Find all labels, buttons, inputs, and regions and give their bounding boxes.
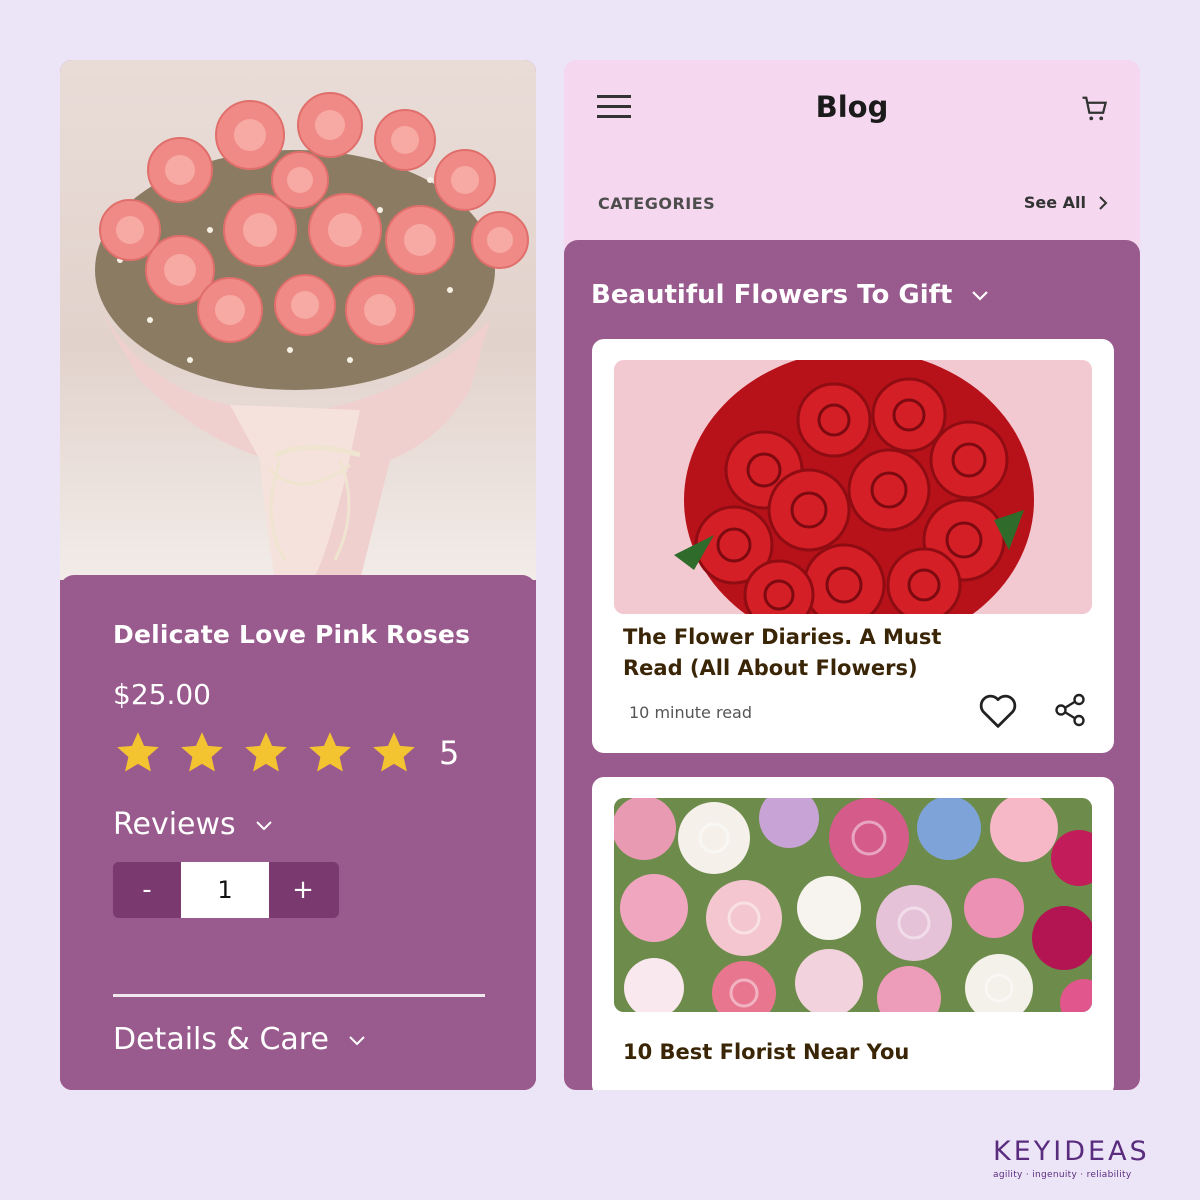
product-title: Delicate Love Pink Roses [113,620,471,649]
increase-quantity-button[interactable]: + [269,862,337,918]
reviews-label: Reviews [113,807,236,842]
star-icon [309,732,351,772]
product-card: Delicate Love Pink Roses $25.00 5 Review… [60,60,536,1090]
section-title: Beautiful Flowers To Gift [591,280,953,310]
rating-row: 5 [113,725,459,781]
chevron-right-icon [1099,195,1108,210]
details-care-toggle[interactable]: Details & Care [113,1022,369,1057]
blog-screen: Blog CATEGORIES See All Beautiful Flower… [564,60,1140,1090]
page-title: Blog [815,90,889,124]
share-icon[interactable] [1052,691,1088,729]
brand-name: KEYIDEAS [993,1136,1150,1167]
reviews-toggle[interactable]: Reviews [113,807,276,842]
post-image [614,360,1092,614]
quantity-stepper: - 1 + [113,862,339,918]
heart-icon[interactable] [977,691,1019,729]
chevron-down-icon [972,291,989,301]
rating-value: 5 [439,734,460,772]
chevron-down-icon [349,1035,365,1045]
post-title[interactable]: The Flower Diaries. A Must Read (All Abo… [623,622,1003,684]
section-dropdown[interactable]: Beautiful Flowers To Gift [591,280,992,310]
details-care-label: Details & Care [113,1022,329,1057]
quantity-value[interactable]: 1 [181,862,269,918]
product-info-panel: Delicate Love Pink Roses $25.00 5 Review… [60,575,536,1090]
chevron-down-icon [255,820,272,830]
categories-label: CATEGORIES [598,194,716,213]
see-all-link[interactable]: See All [1024,193,1110,212]
star-icon [117,732,159,772]
decrease-quantity-button[interactable]: - [113,862,181,918]
blog-post-card[interactable]: 10 Best Florist Near You [592,777,1114,1090]
cart-icon[interactable] [1080,94,1110,124]
blog-post-card[interactable]: The Flower Diaries. A Must Read (All Abo… [592,339,1114,753]
product-price: $25.00 [113,678,211,711]
divider [113,994,485,997]
star-icon [245,732,287,772]
blog-content-panel: Beautiful Flowers To Gift The Flower Dia… [564,240,1140,1090]
star-icon [181,732,223,772]
brand-logo: KEYIDEAS agility · ingenuity · reliabili… [993,1136,1150,1180]
post-image [614,798,1092,1012]
see-all-label: See All [1023,193,1086,212]
star-icon [373,732,415,772]
brand-tagline: agility · ingenuity · reliability [993,1170,1132,1180]
product-image [60,60,536,580]
read-time: 10 minute read [629,703,752,722]
post-title[interactable]: 10 Best Florist Near You [623,1037,1023,1068]
